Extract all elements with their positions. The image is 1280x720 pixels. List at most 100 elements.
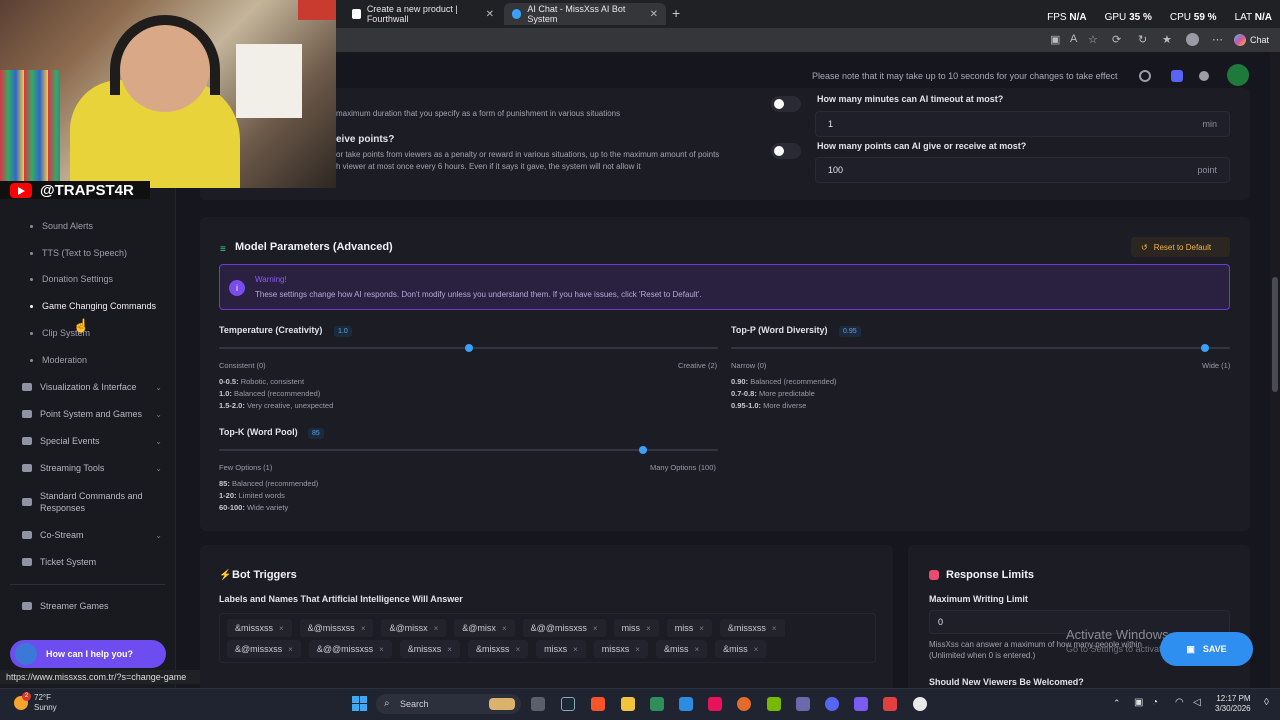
headset-icon[interactable] xyxy=(1139,70,1151,82)
trigger-chip[interactable]: &@missxss × xyxy=(299,619,374,637)
sidebar-item-visualization[interactable]: Visualization & Interface ⌄ xyxy=(22,382,162,392)
remove-chip-icon[interactable]: × xyxy=(288,645,293,654)
notifications-icon[interactable]: ◊ xyxy=(1264,697,1269,708)
favorite-star-icon[interactable]: ☆ xyxy=(1088,33,1098,46)
timeout-toggle[interactable] xyxy=(771,96,801,112)
reset-to-default-button[interactable]: ↺ Reset to Default xyxy=(1131,237,1230,257)
refresh-icon[interactable]: ↻ xyxy=(1138,33,1147,46)
trigger-chip[interactable]: &missxs × xyxy=(399,640,460,658)
tiktok-studio-icon[interactable] xyxy=(708,697,722,711)
sidebar-item-co-stream[interactable]: Co-Stream ⌄ xyxy=(22,530,162,540)
app-icon[interactable] xyxy=(796,697,810,711)
points-input[interactable]: 100 point xyxy=(815,157,1230,183)
profile-avatar[interactable] xyxy=(1186,33,1199,46)
read-aloud-icon[interactable]: A xyxy=(1070,33,1077,45)
steam-icon[interactable] xyxy=(561,697,575,711)
points-toggle[interactable] xyxy=(771,143,801,159)
trigger-chip[interactable]: miss × xyxy=(666,619,712,637)
top-k-min-label: Few Options (1) xyxy=(219,463,273,472)
save-button[interactable]: ▣ SAVE xyxy=(1160,632,1253,666)
tab-ai-chat[interactable]: AI Chat - MissXss AI Bot System ✕ xyxy=(504,3,666,25)
sidebar-item-ticket-system[interactable]: Ticket System xyxy=(22,557,162,567)
trigger-chip[interactable]: &@missx × xyxy=(381,619,447,637)
remove-chip-icon[interactable]: × xyxy=(754,645,759,654)
remove-chip-icon[interactable]: × xyxy=(447,645,452,654)
edge-icon[interactable] xyxy=(679,697,693,711)
sidebar-item-standard-commands[interactable]: Standard Commands and Responses xyxy=(22,490,162,514)
sidebar-item-game-changing-commands[interactable]: Game Changing Commands xyxy=(30,301,156,311)
menu-dots-icon[interactable]: ⋯ xyxy=(1212,33,1223,46)
sidebar-item-sound-alerts[interactable]: Sound Alerts xyxy=(30,221,93,231)
trigger-chip[interactable]: missxs × xyxy=(593,640,648,658)
edge-dev-icon[interactable] xyxy=(650,697,664,711)
favorites-icon[interactable]: ★ xyxy=(1162,33,1172,46)
remove-chip-icon[interactable]: × xyxy=(279,624,284,633)
sidebar-item-point-system[interactable]: Point System and Games ⌄ xyxy=(22,409,162,419)
volume-icon[interactable]: ◁ xyxy=(1193,697,1201,708)
brave-icon[interactable] xyxy=(591,697,605,711)
split-screen-icon[interactable]: ▣ xyxy=(1050,33,1060,46)
sidebar-item-tts[interactable]: TTS (Text to Speech) xyxy=(30,248,127,258)
remove-chip-icon[interactable]: × xyxy=(646,624,651,633)
trigger-chip[interactable]: &@@missxss × xyxy=(522,619,606,637)
remove-chip-icon[interactable]: × xyxy=(502,624,507,633)
remove-chip-icon[interactable]: × xyxy=(379,645,384,654)
nvidia-icon[interactable] xyxy=(767,697,781,711)
trigger-chip[interactable]: &@misx × xyxy=(454,619,515,637)
trigger-chip[interactable]: misxs × xyxy=(536,640,586,658)
sidebar-item-moderation[interactable]: Moderation xyxy=(30,355,87,365)
tray-app-icon[interactable]: ▣ xyxy=(1134,697,1143,708)
remove-chip-icon[interactable]: × xyxy=(635,645,640,654)
timeout-minutes-input[interactable]: 1 min xyxy=(815,111,1230,137)
temperature-slider-handle[interactable] xyxy=(464,344,473,352)
discord-taskbar-icon[interactable] xyxy=(825,697,839,711)
trigger-chip[interactable]: &@missxss × xyxy=(227,640,301,658)
taskbar-search[interactable]: ⌕ Search xyxy=(376,694,521,714)
trigger-chip[interactable]: &missxss × xyxy=(227,619,292,637)
close-tab-icon[interactable]: ✕ xyxy=(486,9,494,20)
remove-chip-icon[interactable]: × xyxy=(434,624,439,633)
obs-icon[interactable] xyxy=(913,697,927,711)
remove-chip-icon[interactable]: × xyxy=(515,645,520,654)
weather-widget[interactable]: 72°F Sunny xyxy=(34,693,57,713)
trigger-chip[interactable]: &misxss × xyxy=(467,640,529,658)
extensions-icon[interactable]: ⟳ xyxy=(1112,33,1121,46)
copilot-chat-button[interactable]: Chat xyxy=(1234,33,1274,47)
sidebar-item-streamer-games[interactable]: Streamer Games xyxy=(22,601,162,611)
grid-app-icon[interactable] xyxy=(854,697,868,711)
file-explorer-icon[interactable] xyxy=(621,697,635,711)
trigger-chip[interactable]: miss × xyxy=(613,619,659,637)
remove-chip-icon[interactable]: × xyxy=(361,624,366,633)
remove-chip-icon[interactable]: × xyxy=(694,645,699,654)
remove-chip-icon[interactable]: × xyxy=(573,645,578,654)
trigger-chip[interactable]: &miss × xyxy=(655,640,708,658)
help-chat-button[interactable]: How can I help you? xyxy=(10,640,166,668)
tray-chevron-icon[interactable]: ⌃ xyxy=(1113,698,1121,709)
scrollbar-thumb[interactable] xyxy=(1272,277,1278,392)
temperature-value-badge: 1.0 xyxy=(334,326,352,337)
close-tab-icon[interactable]: ✕ xyxy=(650,9,658,20)
top-p-slider-handle[interactable] xyxy=(1201,344,1210,352)
tab-fourthwall[interactable]: Create a new product | Fourthwall ✕ xyxy=(344,3,502,25)
remove-chip-icon[interactable]: × xyxy=(699,624,704,633)
remove-chip-icon[interactable]: × xyxy=(593,624,598,633)
page-scrollbar[interactable] xyxy=(1270,52,1280,688)
remove-chip-icon[interactable]: × xyxy=(772,624,777,633)
sidebar-item-special-events[interactable]: Special Events ⌄ xyxy=(22,436,162,446)
discord-icon[interactable] xyxy=(1171,70,1183,82)
taskbar-clock[interactable]: 12:17 PM 3/30/2026 xyxy=(1215,694,1251,714)
wifi-icon[interactable]: ◠ xyxy=(1175,697,1184,708)
headphones-icon[interactable]: ◔ xyxy=(1152,697,1158,708)
task-view-icon[interactable] xyxy=(531,697,545,711)
trigger-chip[interactable]: &@@missxss × xyxy=(308,640,392,658)
trigger-chip[interactable]: &missxss × xyxy=(719,619,785,637)
new-tab-icon[interactable]: + xyxy=(672,5,680,21)
moon-icon[interactable] xyxy=(1199,71,1209,81)
windows-start-icon[interactable] xyxy=(352,696,367,711)
sidebar-item-donation-settings[interactable]: Donation Settings xyxy=(30,274,113,284)
recorder-icon[interactable] xyxy=(883,697,897,711)
firefox-icon[interactable] xyxy=(737,697,751,711)
sidebar-item-streaming-tools[interactable]: Streaming Tools ⌄ xyxy=(22,463,162,473)
top-p-slider-track[interactable] xyxy=(731,347,1230,349)
trigger-chip[interactable]: &miss × xyxy=(715,640,767,658)
